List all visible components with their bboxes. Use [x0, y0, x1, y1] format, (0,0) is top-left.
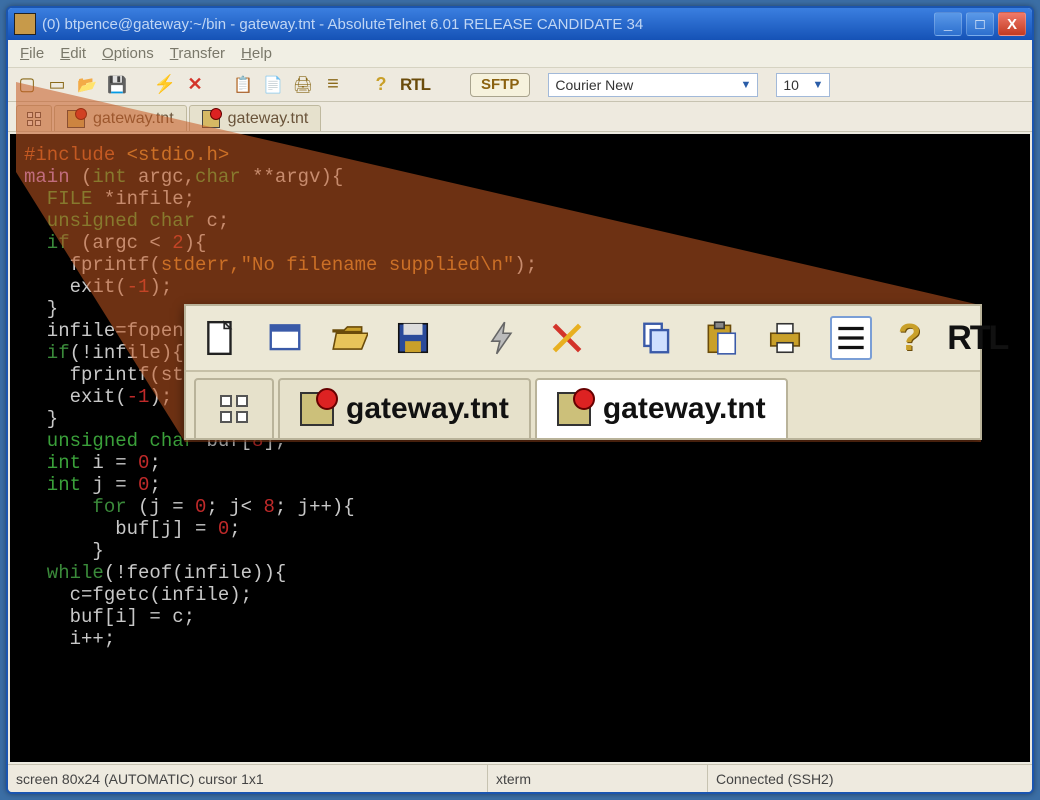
save-icon[interactable]	[394, 316, 432, 360]
tab-session-2[interactable]: gateway.tnt	[535, 378, 788, 438]
menu-transfer[interactable]: Transfer	[170, 45, 225, 62]
tab-label: gateway.tnt	[346, 392, 509, 426]
font-family-value: Courier New	[555, 77, 633, 93]
session-file-icon	[67, 110, 85, 128]
inset-toolbar: ? RTL	[186, 306, 980, 372]
paste-icon[interactable]	[262, 74, 284, 96]
open-icon[interactable]	[330, 316, 368, 360]
disconnect-icon[interactable]	[548, 316, 586, 360]
font-size-value: 10	[783, 77, 799, 93]
print-icon[interactable]	[292, 74, 314, 96]
title-text: (0) btpence@gateway:~/bin - gateway.tnt …	[42, 16, 643, 33]
status-connection: Connected (SSH2)	[708, 765, 1032, 792]
open-icon[interactable]	[76, 74, 98, 96]
tab-label: gateway.tnt	[93, 110, 174, 128]
toolbar: RTL SFTP Courier New ▼ 10 ▼	[8, 68, 1032, 102]
menu-file[interactable]: FFileile	[20, 45, 44, 62]
tab-grid-view[interactable]	[16, 105, 52, 131]
rtl-button[interactable]: RTL	[947, 319, 1007, 358]
chevron-down-icon: ▼	[813, 79, 824, 91]
print-icon[interactable]	[766, 316, 804, 360]
window-controls: _ □ X	[934, 12, 1026, 36]
status-term-type: xterm	[488, 765, 708, 792]
connect-icon[interactable]	[154, 74, 176, 96]
app-window: (0) btpence@gateway:~/bin - gateway.tnt …	[6, 6, 1034, 794]
tab-session-1[interactable]: gateway.tnt	[54, 105, 187, 131]
maximize-button[interactable]: □	[966, 12, 994, 36]
menu-edit[interactable]: Edit	[60, 45, 86, 62]
menubar: FFileile Edit Options Transfer Help	[8, 40, 1032, 68]
tab-session-2[interactable]: gateway.tnt	[189, 105, 322, 131]
session-file-icon	[202, 110, 220, 128]
new-window-icon[interactable]	[46, 74, 68, 96]
new-icon[interactable]	[16, 74, 38, 96]
tabbar: gateway.tnt gateway.tnt	[8, 102, 1032, 132]
app-icon	[14, 13, 36, 35]
terminal-output[interactable]: #include <stdio.h> main (int argc,char *…	[10, 134, 1030, 762]
tab-label: gateway.tnt	[228, 110, 309, 128]
disconnect-icon[interactable]	[184, 74, 206, 96]
copy-icon[interactable]	[638, 316, 676, 360]
inset-tabbar: gateway.tnt gateway.tnt	[186, 372, 980, 438]
tab-label: gateway.tnt	[603, 392, 766, 426]
font-size-combo[interactable]: 10 ▼	[776, 73, 830, 97]
rtl-button[interactable]: RTL	[400, 75, 430, 95]
sftp-button[interactable]: SFTP	[470, 73, 530, 97]
options-icon[interactable]	[830, 316, 872, 360]
minimize-button[interactable]: _	[934, 12, 962, 36]
copy-icon[interactable]	[232, 74, 254, 96]
status-screen-info: screen 80x24 (AUTOMATIC) cursor 1x1	[8, 765, 488, 792]
grid-icon	[220, 395, 248, 423]
paste-icon[interactable]	[702, 316, 740, 360]
session-file-icon	[300, 392, 334, 426]
chevron-down-icon: ▼	[741, 79, 752, 91]
menu-help[interactable]: Help	[241, 45, 272, 62]
tab-session-1[interactable]: gateway.tnt	[278, 378, 531, 438]
grid-icon	[27, 112, 41, 126]
session-file-icon	[557, 392, 591, 426]
close-button[interactable]: X	[998, 12, 1026, 36]
zoom-inset: ? RTL gateway.tnt gateway.tnt	[184, 304, 982, 440]
tab-grid-view[interactable]	[194, 378, 274, 438]
menu-options[interactable]: Options	[102, 45, 154, 62]
titlebar[interactable]: (0) btpence@gateway:~/bin - gateway.tnt …	[8, 8, 1032, 40]
options-icon[interactable]	[322, 74, 344, 96]
help-icon[interactable]	[370, 74, 392, 96]
connect-icon[interactable]	[484, 316, 522, 360]
font-family-combo[interactable]: Courier New ▼	[548, 73, 758, 97]
help-icon[interactable]: ?	[898, 316, 921, 360]
statusbar: screen 80x24 (AUTOMATIC) cursor 1x1 xter…	[8, 764, 1032, 792]
save-icon[interactable]	[106, 74, 128, 96]
new-icon[interactable]	[202, 316, 240, 360]
new-window-icon[interactable]	[266, 316, 304, 360]
